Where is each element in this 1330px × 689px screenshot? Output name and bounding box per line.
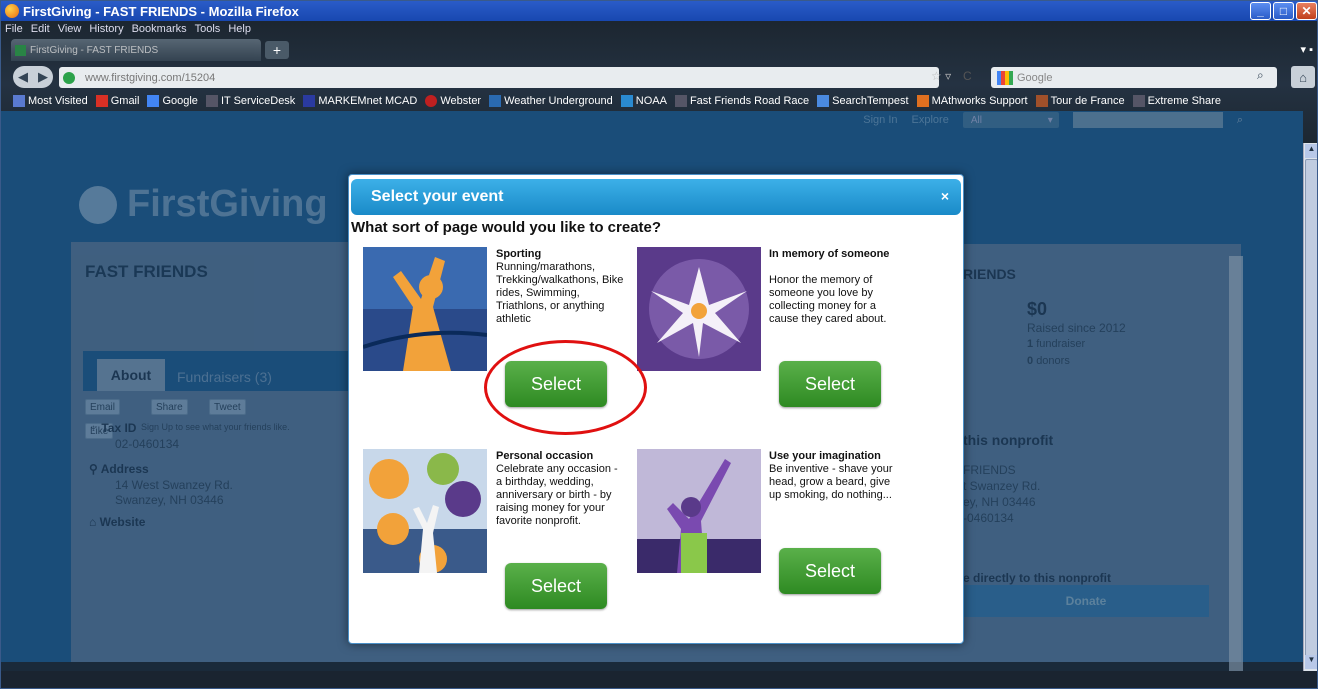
back-arrow-icon[interactable]: ◀ <box>18 69 28 85</box>
inner-scrollbar[interactable] <box>1229 256 1243 671</box>
search-box[interactable]: Google <box>991 67 1277 88</box>
menu-edit[interactable]: Edit <box>27 21 54 39</box>
google-icon <box>997 70 1013 85</box>
select-event-modal: Select your event × What sort of page wo… <box>348 174 964 644</box>
imagination-desc: Be inventive - shave your head, grow a b… <box>769 463 893 501</box>
sporting-desc: Running/marathons, Trekking/walkathons, … <box>496 261 624 325</box>
search-placeholder: Google <box>1017 71 1053 84</box>
minimize-button[interactable]: _ <box>1250 2 1271 20</box>
bookmark-it-servicedesk[interactable]: IT ServiceDesk <box>205 95 295 107</box>
bookmark-tour-de-france[interactable]: Tour de France <box>1035 95 1125 107</box>
url-bar[interactable]: www.firstgiving.com/15204 <box>59 67 939 88</box>
bookmark-mathworks[interactable]: MAthworks Support <box>916 95 1028 107</box>
bookmark-google[interactable]: Google <box>147 95 198 107</box>
browser-tab[interactable]: FirstGiving - FAST FRIENDS <box>11 39 261 61</box>
bookmark-most-visited[interactable]: Most Visited <box>13 95 88 107</box>
select-in-memory-button[interactable]: Select <box>779 361 881 407</box>
modal-question: What sort of page would you like to crea… <box>351 219 662 236</box>
bookmark-webster[interactable]: Webster <box>425 95 481 107</box>
bookmark-noaa[interactable]: NOAA <box>620 95 667 107</box>
personal-occasion-image <box>363 449 487 573</box>
bookmark-weather-underground[interactable]: Weather Underground <box>489 95 613 107</box>
menu-history[interactable]: History <box>85 21 127 39</box>
scroll-down-icon[interactable]: ▼ <box>1305 655 1317 669</box>
reload-icon[interactable]: C <box>963 69 972 83</box>
home-button[interactable]: ⌂ <box>1291 66 1315 88</box>
imagination-title: Use your imagination <box>769 450 881 462</box>
sporting-title: Sporting <box>496 248 542 260</box>
in-memory-desc: Honor the memory of someone you love by … <box>769 274 887 325</box>
browser-window: FirstGiving - FAST FRIENDS - Mozilla Fir… <box>0 0 1318 689</box>
scroll-up-icon[interactable]: ▲ <box>1305 144 1317 158</box>
bookmark-star-icon[interactable]: ☆ ▿ <box>931 69 951 83</box>
bookmark-searchtempest[interactable]: SearchTempest <box>817 95 909 107</box>
select-personal-occasion-button[interactable]: Select <box>505 563 607 609</box>
url-domain: www.firstgiving.com <box>85 71 182 84</box>
menu-help[interactable]: Help <box>224 21 255 39</box>
tab-strip: FirstGiving - FAST FRIENDS + ▾ ▪ <box>1 39 1317 63</box>
menu-file[interactable]: File <box>1 21 27 39</box>
scroll-thumb[interactable] <box>1305 159 1317 669</box>
nav-bar: ◀ ▶ www.firstgiving.com/15204 ☆ ▿ C Goog… <box>1 63 1317 91</box>
window-title: FirstGiving - FAST FRIENDS - Mozilla Fir… <box>23 3 299 19</box>
menu-view[interactable]: View <box>54 21 86 39</box>
site-favicon-icon <box>15 44 26 56</box>
in-memory-image <box>637 247 761 371</box>
page-scrollbar[interactable]: ▲ ▼ <box>1303 143 1317 671</box>
personal-occasion-title: Personal occasion <box>496 450 594 462</box>
modal-close-button[interactable]: × <box>941 188 949 204</box>
new-tab-button[interactable]: + <box>265 41 289 59</box>
bookmarks-bar: Most Visited Gmail Google IT ServiceDesk… <box>1 91 1317 111</box>
menu-tools[interactable]: Tools <box>191 21 225 39</box>
tab-list-icon[interactable]: ▾ ▪ <box>1301 43 1313 56</box>
bookmark-extreme-share[interactable]: Extreme Share <box>1132 95 1221 107</box>
in-memory-title: In memory of someone <box>769 248 890 260</box>
back-forward-buttons[interactable]: ◀ ▶ <box>13 66 53 88</box>
sporting-image <box>363 247 487 371</box>
status-bar <box>1 671 1317 688</box>
select-imagination-button[interactable]: Select <box>779 548 881 594</box>
site-identity-icon[interactable] <box>63 71 75 84</box>
tab-title: FirstGiving - FAST FRIENDS <box>30 44 159 56</box>
forward-arrow-icon[interactable]: ▶ <box>38 69 48 85</box>
firefox-icon <box>5 4 19 18</box>
modal-title: Select your event <box>371 188 504 205</box>
bookmark-fast-friends[interactable]: Fast Friends Road Race <box>674 95 809 107</box>
modal-header: Select your event <box>351 179 961 215</box>
url-path: /15204 <box>181 71 216 84</box>
personal-occasion-desc: Celebrate any occasion - a birthday, wed… <box>496 463 618 527</box>
red-highlight-circle <box>484 340 647 435</box>
menu-bookmarks[interactable]: Bookmarks <box>128 21 191 39</box>
close-button[interactable]: ✕ <box>1296 2 1317 20</box>
menu-bar: File Edit View History Bookmarks Tools H… <box>1 21 255 39</box>
imagination-image <box>637 449 761 573</box>
bookmark-gmail[interactable]: Gmail <box>95 95 139 107</box>
maximize-button[interactable]: □ <box>1273 2 1294 20</box>
bookmark-markemnet[interactable]: MARKEMnet MCAD <box>303 95 417 107</box>
title-bar: FirstGiving - FAST FRIENDS - Mozilla Fir… <box>1 1 1317 21</box>
search-icon[interactable]: ⌕ <box>1257 68 1264 83</box>
